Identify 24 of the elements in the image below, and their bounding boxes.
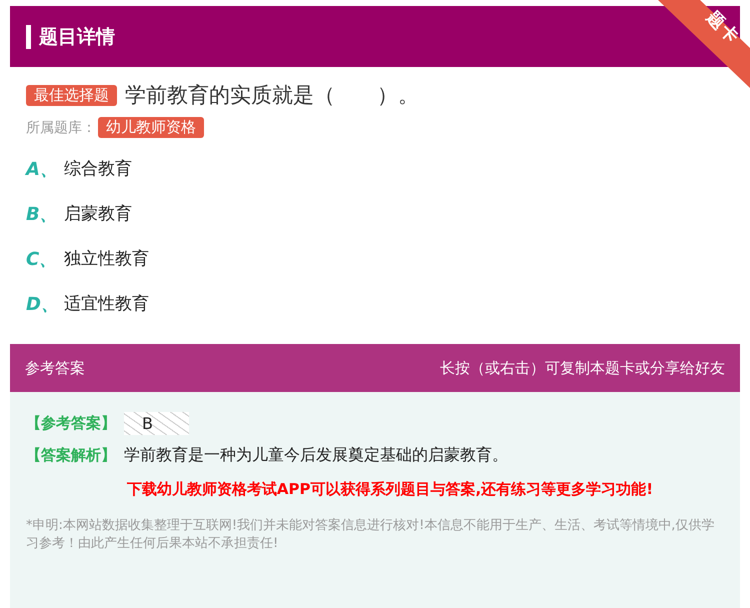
- question-text: 学前教育的实质就是（ ）。: [125, 82, 419, 109]
- disclaimer-text: *申明:本网站数据收集整理于互联网!我们并未能对答案信息进行核对!本信息不能用于生产、生活、考试等情境中,仅供学习参考！由此产生任何后果本站不承担责任!: [26, 517, 716, 553]
- option-text: 启蒙教育: [64, 203, 132, 225]
- question-type-tag: 最佳选择题: [26, 84, 117, 106]
- share-hint: 长按（或右击）可复制本题卡或分享给好友: [440, 358, 725, 378]
- corner-ribbon[interactable]: [658, 0, 750, 88]
- answer-section-title: 参考答案: [25, 358, 85, 378]
- analysis-text: 学前教育是一种为儿童今后发展奠定基础的启蒙教育。: [124, 445, 508, 466]
- ribbon-label: 题卡: [702, 8, 744, 48]
- analysis-label: 【答案解析】: [26, 446, 116, 465]
- option-letter: D、: [26, 292, 60, 316]
- option-letter: C、: [26, 248, 58, 270]
- bank-label: 所属题库：: [26, 118, 96, 136]
- option-letter: B、: [26, 202, 59, 226]
- title-marker: [26, 24, 31, 48]
- bank-tag[interactable]: 幼儿教师资格: [98, 117, 204, 138]
- promo-text[interactable]: 下载幼儿教师资格考试APP可以获得系列题目与答案,还有练习等更多学习功能!: [26, 476, 724, 517]
- answer-value: B: [124, 412, 189, 435]
- option-text: 综合教育: [64, 158, 132, 180]
- page-title: 题目详情: [39, 24, 115, 50]
- option-text: 独立性教育: [64, 248, 149, 270]
- option-letter: A、: [26, 158, 59, 180]
- answer-label: 【参考答案】: [26, 414, 116, 433]
- option-text: 适宜性教育: [64, 293, 149, 315]
